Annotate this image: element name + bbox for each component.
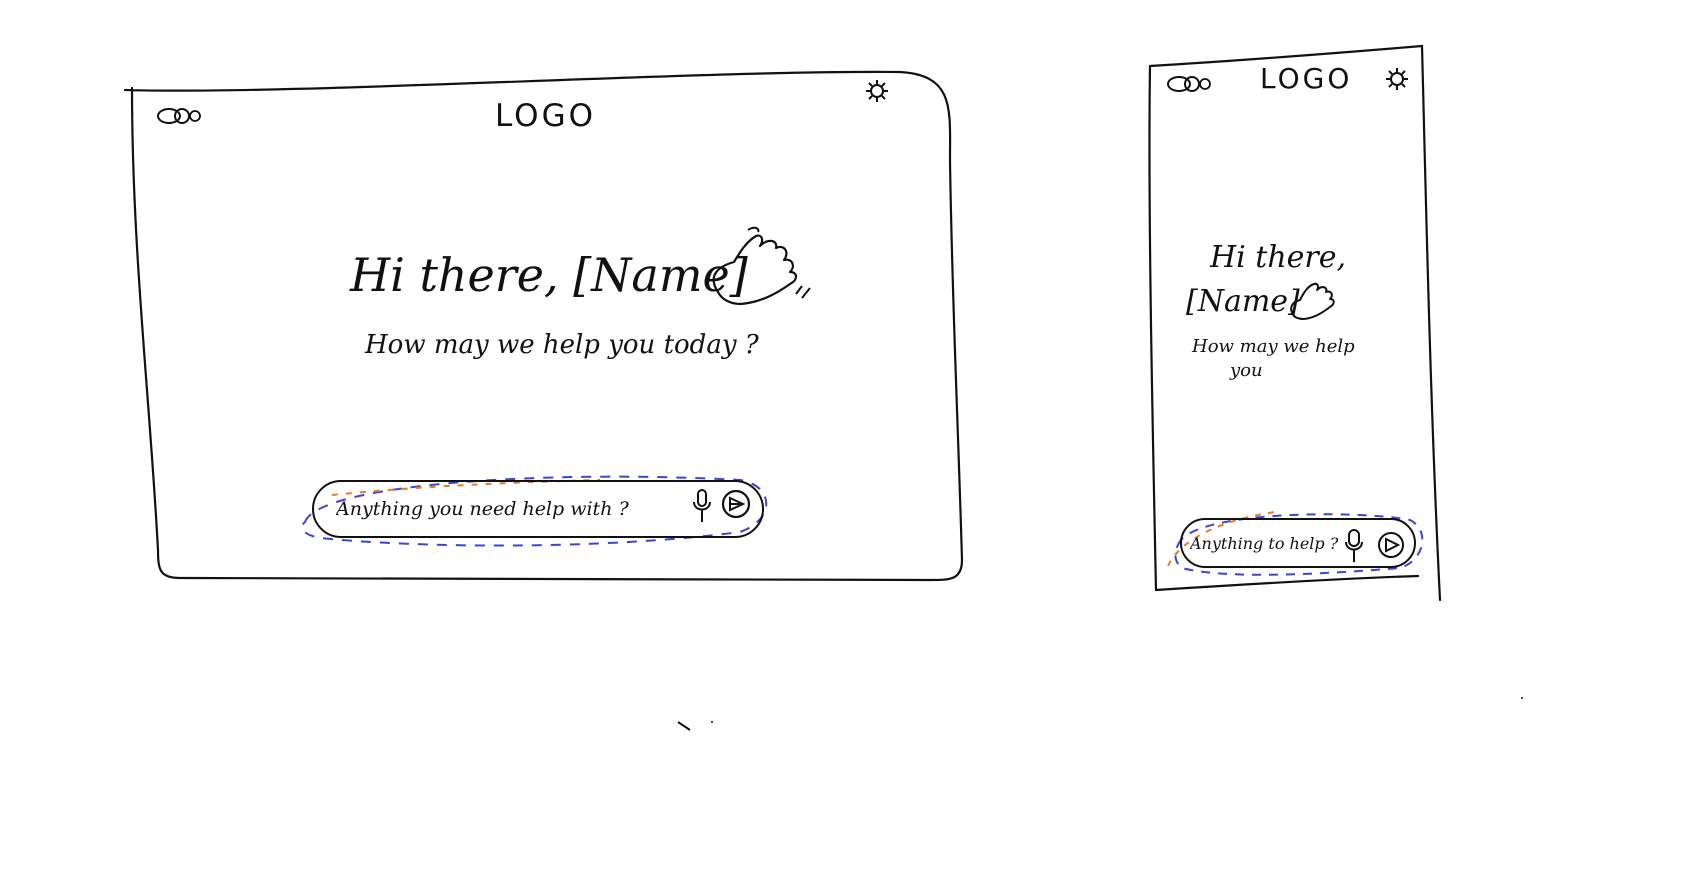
microphone-icon[interactable] <box>692 488 712 526</box>
send-icon[interactable] <box>720 488 752 520</box>
chat-input[interactable] <box>336 498 666 520</box>
desktop-wireframe: LOGO Hi there, [Name] How may we help yo… <box>0 0 1060 640</box>
mobile-wireframe: LOGO Hi there, [Name] How may we help yo… <box>1100 0 1480 640</box>
chat-input[interactable] <box>1190 533 1340 553</box>
desktop-chat-highlight <box>301 475 768 547</box>
send-icon[interactable] <box>1376 530 1406 560</box>
microphone-icon[interactable] <box>1344 528 1364 566</box>
